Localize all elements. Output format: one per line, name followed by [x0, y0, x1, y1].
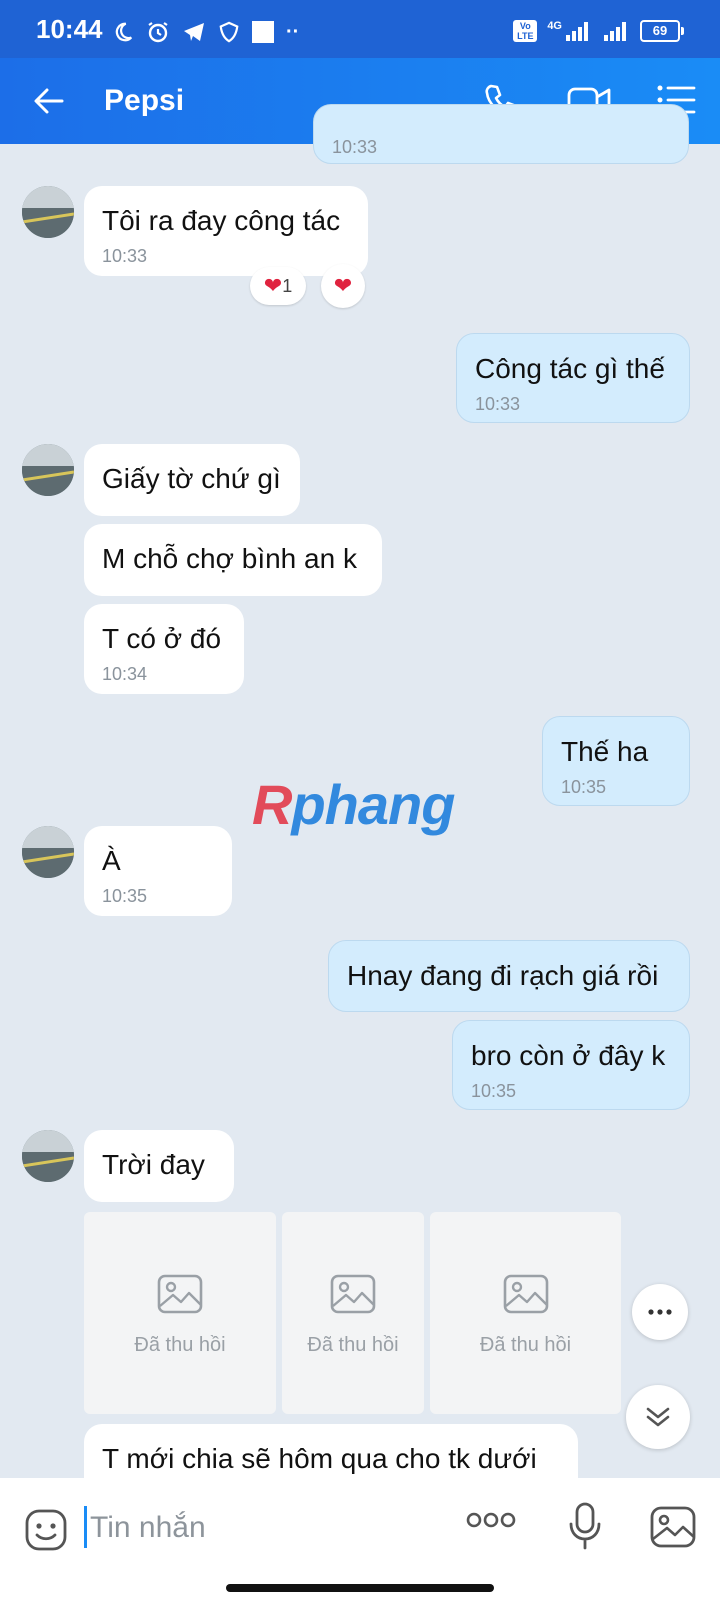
heart-icon: ❤ [263, 273, 283, 298]
mic-icon[interactable] [568, 1502, 602, 1550]
more-icon [648, 1309, 672, 1315]
incoming-message[interactable]: T mới chia sẽ hôm qua cho tk dưới [84, 1424, 578, 1478]
message-text: À [102, 845, 121, 876]
shield-icon [219, 21, 239, 43]
more-icon[interactable] [466, 1512, 516, 1528]
status-bar: 10:44 ·· Vo LTE 4G 69 [0, 0, 720, 58]
message-time: 10:33 [102, 246, 148, 266]
gallery-icon[interactable] [650, 1506, 696, 1548]
outgoing-message[interactable]: Thế ha 10:35 [542, 716, 690, 806]
outgoing-message[interactable]: Công tác gì thế 10:33 [456, 333, 690, 423]
message-time: 10:33 [332, 137, 378, 157]
message-input[interactable] [88, 1504, 422, 1552]
message-text: T có ở đó [102, 623, 222, 654]
message-time: 10:33 [475, 394, 521, 414]
more-options-button[interactable] [632, 1284, 688, 1340]
outgoing-message-partial[interactable]: 10:33 [313, 104, 689, 164]
network-label: 4G [547, 20, 562, 32]
message-text: Công tác gì thế [475, 353, 665, 384]
message-text: Giấy tờ chứ gì [102, 463, 281, 494]
recalled-label: Đã thu hồi [307, 1334, 399, 1356]
message-text: T mới chia sẽ hôm qua cho tk dưới [102, 1443, 537, 1474]
incoming-message[interactable]: À 10:35 [84, 826, 232, 916]
outgoing-message[interactable]: bro còn ở đây k 10:35 [452, 1020, 690, 1110]
contact-name[interactable]: Pepsi [104, 84, 184, 118]
message-text: Tôi ra đay công tác [102, 205, 341, 236]
incoming-message[interactable]: Giấy tờ chứ gì [84, 444, 300, 516]
volte-badge: Vo LTE [513, 20, 538, 42]
status-time: 10:44 [36, 14, 103, 44]
message-time: 10:35 [561, 777, 607, 797]
scroll-down-button[interactable] [626, 1385, 690, 1449]
more-notifications-icon: ·· [286, 20, 300, 43]
status-notification-icons: ·· [112, 20, 299, 44]
message-time: 10:34 [102, 664, 148, 684]
moon-icon [115, 22, 133, 42]
app-square-icon [252, 21, 274, 43]
home-indicator[interactable] [226, 1584, 494, 1592]
message-text: Trời đay [102, 1149, 205, 1180]
back-arrow-icon[interactable] [32, 84, 66, 118]
telegram-icon [184, 23, 204, 41]
image-icon [157, 1274, 203, 1314]
incoming-message[interactable]: T có ở đó 10:34 [84, 604, 244, 694]
image-icon [503, 1274, 548, 1314]
heart-icon: ❤ [333, 273, 353, 298]
battery-icon: 69 [640, 20, 684, 42]
message-text: Thế ha [561, 736, 649, 767]
incoming-message[interactable]: M chỗ chợ bình an k [84, 524, 382, 596]
incoming-message[interactable]: Trời đay [84, 1130, 234, 1202]
signal-icon-2 [604, 22, 626, 41]
react-button[interactable]: ❤ [321, 264, 365, 308]
message-time: 10:35 [102, 886, 148, 906]
watermark-logo: Rphang [252, 773, 455, 836]
outgoing-message[interactable]: Hnay đang đi rạch giá rồi [328, 940, 690, 1012]
message-text: M chỗ chợ bình an k [102, 543, 357, 574]
composer-bar [0, 1478, 720, 1578]
avatar[interactable] [22, 826, 74, 878]
recalled-image[interactable]: Đã thu hồi [430, 1212, 621, 1414]
emoji-icon[interactable] [24, 1508, 68, 1552]
recalled-image[interactable]: Đã thu hồi [282, 1212, 424, 1414]
recalled-label: Đã thu hồi [134, 1334, 226, 1356]
message-text: bro còn ở đây k [471, 1040, 666, 1071]
reaction-count: 1 [282, 275, 293, 296]
text-cursor [84, 1506, 87, 1548]
message-text: Hnay đang đi rạch giá rồi [347, 960, 659, 991]
reaction-summary[interactable]: ❤ 1 [250, 267, 306, 305]
recalled-label: Đã thu hồi [479, 1334, 572, 1356]
recalled-image[interactable]: Đã thu hồi [84, 1212, 276, 1414]
incoming-message[interactable]: Tôi ra đay công tác 10:33 [84, 186, 368, 276]
avatar[interactable] [22, 1130, 74, 1182]
status-system-icons: Vo LTE 4G 69 [513, 20, 684, 42]
avatar[interactable] [22, 444, 74, 496]
chevron-down-icon [646, 1407, 670, 1427]
signal-icon [566, 22, 588, 41]
message-time: 10:35 [471, 1081, 517, 1101]
alarm-icon [148, 22, 168, 43]
system-nav-bar [0, 1578, 720, 1600]
image-icon [330, 1274, 376, 1314]
avatar[interactable] [22, 186, 74, 238]
